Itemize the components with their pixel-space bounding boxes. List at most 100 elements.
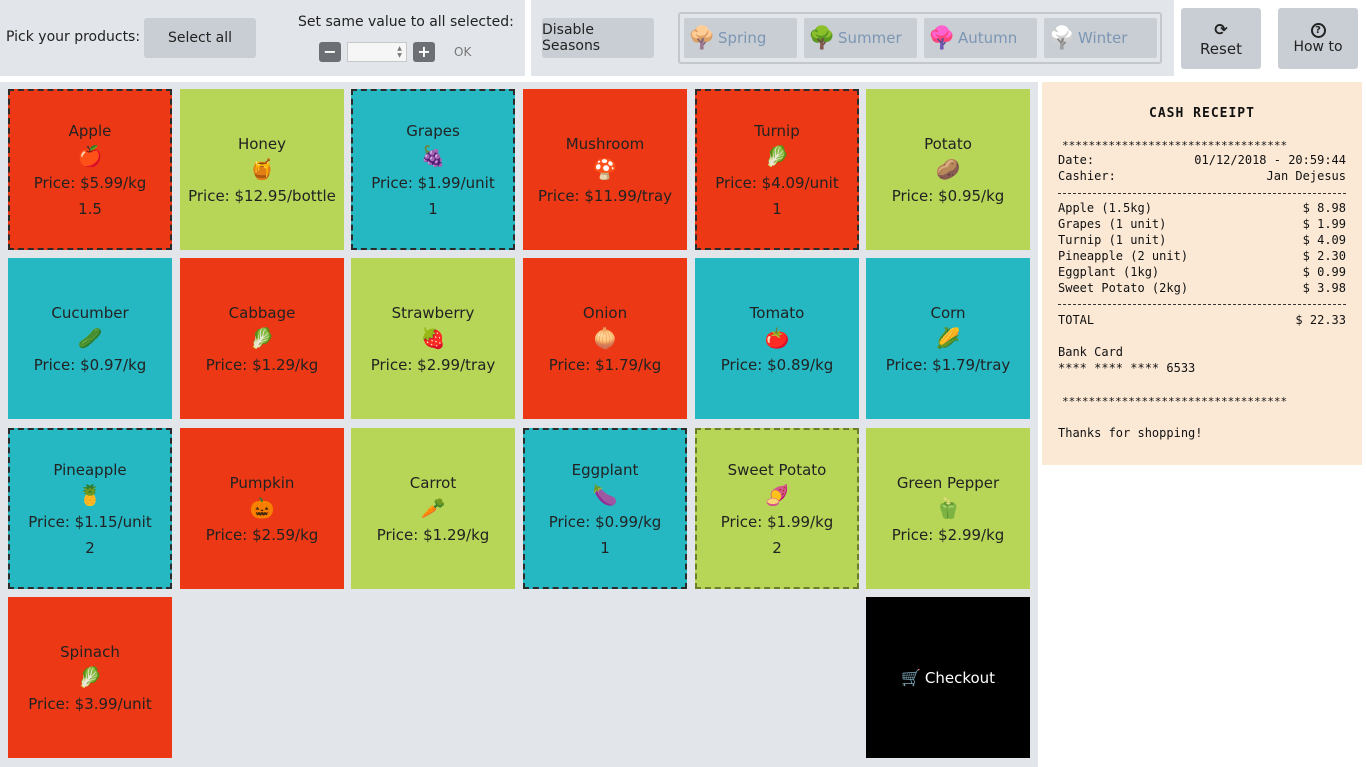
cash-receipt: CASH RECEIPT ***************************… xyxy=(1042,82,1362,465)
honey-icon: 🍯 xyxy=(249,156,275,181)
potato-icon: 🥔 xyxy=(935,156,961,181)
product-price: Price: $0.89/kg xyxy=(720,355,834,374)
season-spring-button[interactable]: 🌳 Spring xyxy=(684,18,797,58)
product-name: Apple xyxy=(68,121,112,140)
product-tile-strawberry[interactable]: Strawberry 🍓 Price: $2.99/tray xyxy=(351,258,515,419)
how-to-button[interactable]: ? How to xyxy=(1278,8,1358,69)
receipt-stars-top: ********************************** xyxy=(1062,139,1288,152)
season-autumn-button[interactable]: 🌳 Autumn xyxy=(924,18,1037,58)
product-price: Price: $2.59/kg xyxy=(205,525,319,544)
product-price: Price: $1.99/unit xyxy=(371,173,495,192)
summer-tree-icon: 🌳 xyxy=(808,25,836,51)
product-quantity: 1 xyxy=(600,538,610,557)
item-amount: $ 2.30 xyxy=(1302,249,1346,263)
ok-button[interactable]: OK xyxy=(454,45,471,59)
season-summer-button[interactable]: 🌳 Summer xyxy=(804,18,917,58)
product-price: Price: $0.95/kg xyxy=(891,186,1005,205)
pumpkin-icon: 🎃 xyxy=(249,495,275,520)
product-quantity: 2 xyxy=(85,538,95,557)
product-price: Price: $1.29/kg xyxy=(376,525,490,544)
grapes-icon: 🍇 xyxy=(420,143,446,168)
item-amount: $ 4.09 xyxy=(1302,233,1346,247)
product-name: Tomato xyxy=(749,303,805,322)
receipt-total-row: TOTAL $ 22.33 xyxy=(1058,313,1346,327)
winter-tree-icon: 🌳 xyxy=(1048,25,1076,51)
cabbage-icon: 🥬 xyxy=(249,325,275,350)
tomato-icon: 🍅 xyxy=(764,325,790,350)
product-tile-potato[interactable]: Potato 🥔 Price: $0.95/kg xyxy=(866,89,1030,250)
product-price: Price: $11.99/tray xyxy=(537,186,673,205)
item-amount: $ 8.98 xyxy=(1302,201,1346,215)
select-all-button[interactable]: Select all xyxy=(144,18,256,58)
question-circle-icon: ? xyxy=(1310,22,1326,38)
reset-button[interactable]: ⟳ Reset xyxy=(1181,8,1261,69)
product-price: Price: $2.99/kg xyxy=(891,525,1005,544)
product-price: Price: $3.99/unit xyxy=(28,694,152,713)
product-name: Spinach xyxy=(60,642,120,661)
item-label: Eggplant (1kg) xyxy=(1058,265,1160,279)
product-price: Price: $1.79/kg xyxy=(548,355,662,374)
season-label: Winter xyxy=(1078,29,1128,47)
payment-method: Bank Card xyxy=(1058,345,1124,359)
cart-icon: 🛒 xyxy=(900,668,921,687)
item-label: Turnip (1 unit) xyxy=(1058,233,1167,247)
product-tile-onion[interactable]: Onion 🧅 Price: $1.79/kg xyxy=(523,258,687,419)
receipt-item-row: Grapes (1 unit) $ 1.99 xyxy=(1058,217,1346,231)
product-tile-turnip[interactable]: Turnip 🥬 Price: $4.09/unit 1 xyxy=(695,89,859,250)
product-tile-tomato[interactable]: Tomato 🍅 Price: $0.89/kg xyxy=(695,258,859,419)
receipt-date-row: Date: 01/12/2018 - 20:59:44 xyxy=(1058,153,1346,167)
corn-icon: 🌽 xyxy=(935,325,961,350)
product-tile-spinach[interactable]: Spinach 🥬 Price: $3.99/unit xyxy=(8,597,172,758)
product-name: Mushroom xyxy=(565,134,645,153)
cashier-value: Jan Dejesus xyxy=(1266,169,1346,183)
product-tile-apple[interactable]: Apple 🍎 Price: $5.99/kg 1.5 xyxy=(8,89,172,250)
product-tile-pumpkin[interactable]: Pumpkin 🎃 Price: $2.59/kg xyxy=(180,428,344,589)
minus-button[interactable]: − xyxy=(319,42,341,62)
spin-arrows-icon[interactable]: ▲ ▼ xyxy=(395,45,404,59)
product-tile-pineapple[interactable]: Pineapple 🍍 Price: $1.15/unit 2 xyxy=(8,428,172,589)
product-price: Price: $0.99/kg xyxy=(548,512,662,531)
product-tile-honey[interactable]: Honey 🍯 Price: $12.95/bottle xyxy=(180,89,344,250)
season-label: Autumn xyxy=(958,29,1018,47)
eggplant-icon: 🍆 xyxy=(592,482,618,507)
product-name: Honey xyxy=(237,134,287,153)
top-toolbar: Pick your products: Select all Set same … xyxy=(0,0,1366,80)
product-price: Price: $0.97/kg xyxy=(33,355,147,374)
quantity-input[interactable]: ▲ ▼ xyxy=(347,42,407,62)
mushroom-icon: 🍄 xyxy=(592,156,618,181)
checkout-button[interactable]: 🛒 Checkout xyxy=(866,597,1030,758)
receipt-cashier-row: Cashier: Jan Dejesus xyxy=(1058,169,1346,183)
product-quantity: 1 xyxy=(772,199,782,218)
green-pepper-icon: 🫑 xyxy=(935,495,961,520)
season-label: Spring xyxy=(718,29,767,47)
autumn-tree-icon: 🌳 xyxy=(928,25,956,51)
product-price: Price: $5.99/kg xyxy=(33,173,147,192)
thanks-message: Thanks for shopping! xyxy=(1058,426,1203,440)
product-tile-carrot[interactable]: Carrot 🥕 Price: $1.29/kg xyxy=(351,428,515,589)
product-tile-cucumber[interactable]: Cucumber 🥒 Price: $0.97/kg xyxy=(8,258,172,419)
item-label: Pineapple (2 unit) xyxy=(1058,249,1189,263)
product-name: Sweet Potato xyxy=(727,460,827,479)
item-amount: $ 1.99 xyxy=(1302,217,1346,231)
product-tile-green-pepper[interactable]: Green Pepper 🫑 Price: $2.99/kg xyxy=(866,428,1030,589)
product-tile-cabbage[interactable]: Cabbage 🥬 Price: $1.29/kg xyxy=(180,258,344,419)
season-winter-button[interactable]: 🌳 Winter xyxy=(1044,18,1157,58)
apple-icon: 🍎 xyxy=(77,143,103,168)
item-label: Grapes (1 unit) xyxy=(1058,217,1167,231)
plus-button[interactable]: + xyxy=(413,42,435,62)
product-selection-panel: Pick your products: Select all Set same … xyxy=(0,0,525,76)
spinach-icon: 🥬 xyxy=(77,664,103,689)
product-tile-corn[interactable]: Corn 🌽 Price: $1.79/tray xyxy=(866,258,1030,419)
disable-seasons-button[interactable]: Disable Seasons xyxy=(542,18,654,58)
product-name: Green Pepper xyxy=(896,473,1000,492)
pick-products-label: Pick your products: xyxy=(6,29,141,45)
product-tile-grapes[interactable]: Grapes 🍇 Price: $1.99/unit 1 xyxy=(351,89,515,250)
product-tile-sweet-potato[interactable]: Sweet Potato 🍠 Price: $1.99/kg 2 xyxy=(695,428,859,589)
receipt-divider xyxy=(1058,193,1346,194)
product-tile-mushroom[interactable]: Mushroom 🍄 Price: $11.99/tray xyxy=(523,89,687,250)
product-name: Pumpkin xyxy=(229,473,295,492)
product-tile-eggplant[interactable]: Eggplant 🍆 Price: $0.99/kg 1 xyxy=(523,428,687,589)
product-name: Potato xyxy=(924,134,972,153)
product-price: Price: $1.15/unit xyxy=(28,512,152,531)
product-name: Carrot xyxy=(409,473,457,492)
